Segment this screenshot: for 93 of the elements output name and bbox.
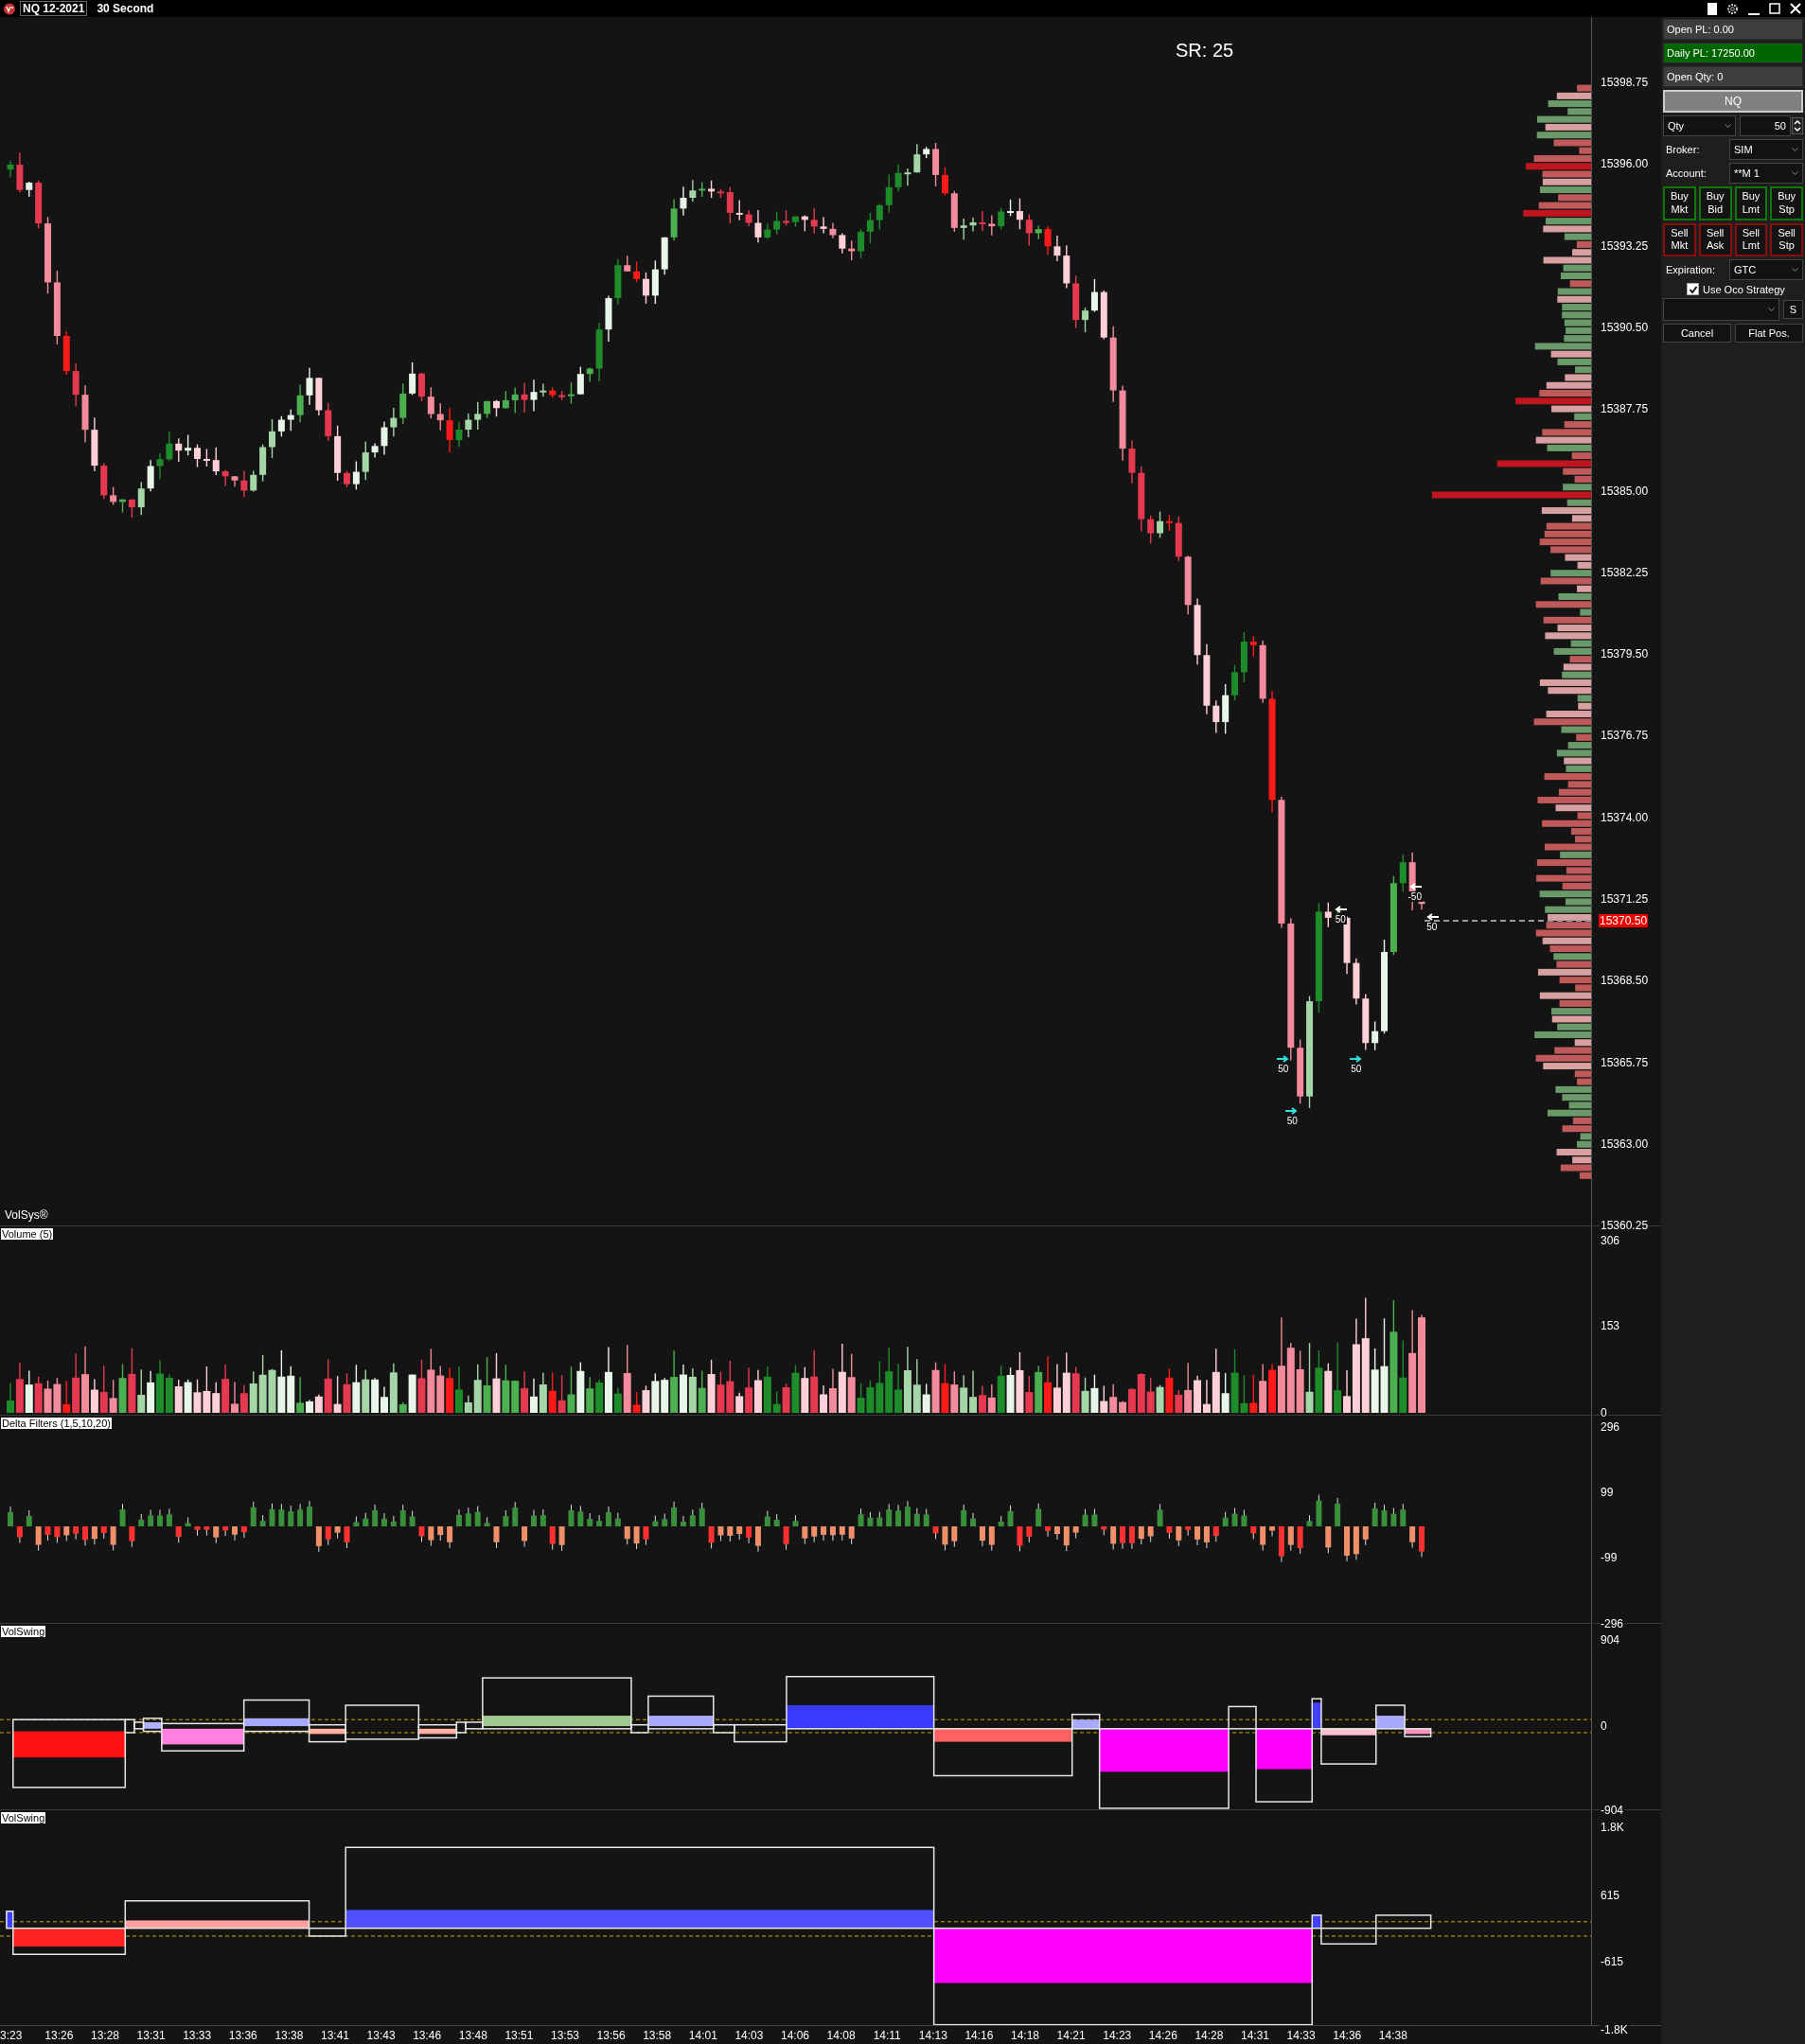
price-tick: 15398.75 — [1600, 76, 1650, 89]
time-tick: 14:03 — [734, 2029, 764, 2042]
time-tick: 14:33 — [1286, 2029, 1316, 2042]
time-tick: 14:38 — [1378, 2029, 1407, 2042]
expiration-dropdown[interactable]: GTC — [1729, 259, 1803, 280]
oco-label: Use Oco Strategy — [1703, 283, 1785, 295]
time-tick: 13:46 — [413, 2029, 442, 2042]
flat-position-button[interactable]: Flat Pos. — [1735, 324, 1803, 343]
time-tick: 14:28 — [1194, 2029, 1224, 2042]
order-button[interactable]: Sell Stp — [1770, 222, 1803, 256]
axis-tick: 904 — [1600, 1633, 1621, 1647]
instrument-button[interactable]: NQ — [1663, 90, 1803, 113]
time-tick: 14:21 — [1056, 2029, 1086, 2042]
panel-label: Delta Filters (1,5,10,20) — [1, 1418, 112, 1429]
axis-tick: 0 — [1600, 1719, 1608, 1733]
time-tick: 14:23 — [1103, 2029, 1132, 2042]
time-tick: 14:08 — [826, 2029, 856, 2042]
open-qty-display: Open Qty: 0 — [1663, 66, 1803, 87]
axis-tick: 0 — [1600, 1406, 1608, 1419]
last-price-tag: 15370.50 — [1599, 914, 1649, 927]
price-tick: 15385.00 — [1600, 484, 1650, 498]
axis-tick: -99 — [1600, 1551, 1619, 1564]
time-tick: 13:31 — [136, 2029, 166, 2042]
order-button[interactable]: Buy Lmt — [1734, 186, 1768, 220]
fill-quantity: -50 — [1407, 891, 1423, 903]
open-pl-display: Open PL: 0.00 — [1663, 19, 1803, 40]
price-tick: 15363.00 — [1600, 1137, 1650, 1151]
axis-tick: -296 — [1600, 1617, 1625, 1630]
time-tick: 14:11 — [873, 2029, 901, 2042]
panel-label: Volume (5) — [1, 1228, 54, 1240]
order-button[interactable]: Sell Ask — [1698, 222, 1732, 256]
price-tick: 15374.00 — [1600, 810, 1650, 824]
fill-quantity: 50 — [1350, 1064, 1363, 1075]
fill-quantity: 50 — [1285, 1116, 1299, 1127]
fill-quantity: 50 — [1277, 1064, 1290, 1075]
time-tick: 13:26 — [44, 2029, 74, 2042]
time-tick: 13:48 — [458, 2029, 487, 2042]
interval-selector[interactable]: 30 Second — [97, 2, 154, 15]
time-tick: 14:36 — [1333, 2029, 1362, 2042]
time-tick: 14:06 — [781, 2029, 809, 2042]
price-tick: 15390.50 — [1600, 320, 1650, 334]
time-tick: 14:18 — [1011, 2029, 1040, 2042]
qty-field[interactable]: 50 — [1740, 115, 1791, 136]
time-tick: 13:43 — [366, 2029, 396, 2042]
cancel-button[interactable]: Cancel — [1663, 324, 1731, 343]
fill-quantity: 50 — [1425, 921, 1439, 932]
time-tick: 13:58 — [643, 2029, 672, 2042]
daily-pl-display: Daily PL: 17250.00 — [1663, 43, 1803, 63]
time-tick: 13:36 — [228, 2029, 257, 2042]
time-tick: 14:31 — [1241, 2029, 1270, 2042]
panel-label: VolSwing — [1, 1626, 46, 1637]
axis-tick: 306 — [1600, 1234, 1621, 1247]
axis-tick: -615 — [1600, 1955, 1625, 1968]
indicator-label: VolSys® — [5, 1208, 48, 1222]
time-tick: 13:53 — [551, 2029, 579, 2042]
account-label: Account: — [1665, 167, 1708, 179]
order-button[interactable]: Buy Mkt — [1663, 186, 1696, 220]
axis-tick: -1.8K — [1600, 2023, 1629, 2036]
axis-tick: 153 — [1600, 1319, 1621, 1332]
order-button[interactable]: Sell Lmt — [1734, 222, 1768, 256]
axis-tick: 296 — [1600, 1420, 1621, 1434]
expiration-label: Expiration: — [1665, 264, 1716, 275]
axis-tick: 1.8K — [1600, 1821, 1625, 1834]
sr-label: SR: 25 — [1176, 40, 1234, 62]
broker-dropdown[interactable]: SIM — [1729, 139, 1803, 160]
order-button[interactable]: Buy Stp — [1770, 186, 1803, 220]
price-tick: 15365.75 — [1600, 1055, 1650, 1069]
account-dropdown[interactable]: **M 1 — [1729, 163, 1803, 184]
fill-quantity: 50 — [1334, 913, 1347, 925]
time-tick: 3:23 — [0, 2029, 23, 2042]
order-button[interactable]: Buy Bid — [1698, 186, 1732, 220]
axis-tick: 615 — [1600, 1889, 1621, 1902]
qty-dropdown[interactable]: Qty — [1663, 115, 1736, 136]
broker-label: Broker: — [1665, 144, 1701, 155]
time-tick: 14:13 — [918, 2029, 947, 2042]
time-tick: 14:01 — [688, 2029, 717, 2042]
panel-label: VolSwing — [1, 1812, 46, 1824]
instrument-selector[interactable]: NQ 12-2021 — [20, 1, 88, 16]
axis-tick: -904 — [1600, 1804, 1625, 1817]
time-tick: 13:56 — [596, 2029, 626, 2042]
time-tick: 14:26 — [1148, 2029, 1177, 2042]
axis-tick: 99 — [1600, 1486, 1615, 1499]
time-tick: 13:41 — [320, 2029, 349, 2042]
time-tick: 13:38 — [274, 2029, 304, 2042]
price-tick: 15393.25 — [1600, 238, 1650, 253]
time-tick: 13:33 — [183, 2029, 212, 2042]
price-tick: 15371.25 — [1600, 892, 1650, 906]
time-tick: 13:51 — [504, 2029, 534, 2042]
price-tick: 15382.25 — [1600, 565, 1650, 579]
time-tick: 14:16 — [964, 2029, 994, 2042]
time-tick: 13:28 — [90, 2029, 119, 2042]
strategy-button[interactable]: S — [1782, 300, 1803, 319]
order-button[interactable]: Sell Mkt — [1663, 222, 1696, 256]
